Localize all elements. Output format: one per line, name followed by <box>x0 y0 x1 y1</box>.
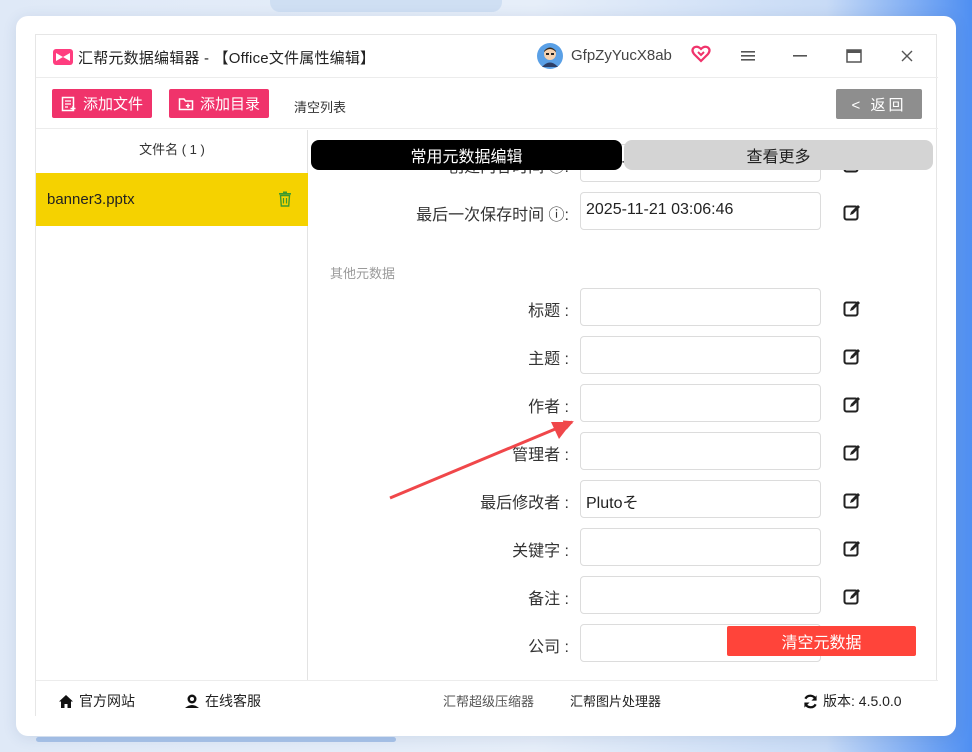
keywords-label: 关键字 : <box>512 543 569 560</box>
clear-list-button[interactable]: 清空列表 <box>294 97 346 116</box>
official-website-link[interactable]: 官方网站 <box>58 691 135 711</box>
last-saved-label: 最后一次保存时间 ⓘ: <box>416 207 569 224</box>
manager-label: 管理者 : <box>512 447 569 464</box>
heart-icon[interactable] <box>691 44 711 64</box>
title-field[interactable] <box>580 288 821 326</box>
edit-icon[interactable] <box>843 204 861 222</box>
manager-field[interactable] <box>580 432 821 470</box>
add-file-icon <box>61 96 76 111</box>
edit-icon[interactable] <box>843 588 861 606</box>
add-directory-button[interactable]: 添加目录 <box>169 89 270 118</box>
menu-icon[interactable] <box>736 45 760 67</box>
app-frame: 汇帮元数据编辑器 - 【Office文件属性编辑】 GfpZyYucX8ab 添… <box>35 34 938 717</box>
tab-view-more[interactable]: 查看更多 <box>624 140 933 170</box>
back-button[interactable]: < 返回 <box>836 89 922 119</box>
compressor-link[interactable]: 汇帮超级压缩器 <box>443 691 534 710</box>
last-modified-by-label: 最后修改者 : <box>480 495 569 512</box>
app-logo-icon <box>53 49 73 65</box>
refresh-icon[interactable] <box>803 694 818 709</box>
maximize-icon[interactable] <box>842 45 866 67</box>
subject-label: 主题 : <box>528 351 569 368</box>
edit-icon[interactable] <box>843 348 861 366</box>
version-label: 版本: 4.5.0.0 <box>823 693 902 709</box>
image-tool-link[interactable]: 汇帮图片处理器 <box>570 691 661 710</box>
user-avatar-icon[interactable] <box>537 43 563 69</box>
close-icon[interactable] <box>895 45 919 67</box>
title-label: 标题 : <box>528 303 569 320</box>
support-icon <box>185 694 199 708</box>
section-title-other-metadata: 其他元数据 <box>330 266 396 281</box>
online-support-label: 在线客服 <box>205 693 261 709</box>
file-list-header: 文件名 ( 1 ) <box>139 142 205 157</box>
subject-field[interactable] <box>580 336 821 374</box>
minimize-icon[interactable] <box>788 45 812 67</box>
home-icon <box>59 694 73 708</box>
tab-common-metadata[interactable]: 常用元数据编辑 <box>311 140 622 170</box>
background-bottom-strip <box>36 737 396 742</box>
app-window: 汇帮元数据编辑器 - 【Office文件属性编辑】 GfpZyYucX8ab 添… <box>16 16 956 736</box>
file-name: banner3.pptx <box>47 191 135 208</box>
toolbar: 添加文件 添加目录 清空列表 < 返回 <box>36 79 938 129</box>
trash-icon[interactable] <box>278 191 292 207</box>
author-label: 作者 : <box>528 399 569 416</box>
version-info: 版本: 4.5.0.0 <box>803 691 902 711</box>
keywords-field[interactable] <box>580 528 821 566</box>
edit-icon[interactable] <box>843 300 861 318</box>
window-title: 汇帮元数据编辑器 - 【Office文件属性编辑】 <box>78 50 376 67</box>
file-list-item[interactable]: banner3.pptx <box>36 173 308 226</box>
last-modified-by-field[interactable]: Plutoそ <box>580 480 821 518</box>
clear-metadata-button[interactable]: 清空元数据 <box>727 626 916 656</box>
file-list-panel: 文件名 ( 1 ) banner3.pptx <box>36 130 308 680</box>
username[interactable]: GfpZyYucX8ab <box>571 47 672 64</box>
author-field[interactable] <box>580 384 821 422</box>
background-top-tab <box>270 0 502 12</box>
add-file-label: 添加文件 <box>83 96 144 113</box>
tab-bar: 常用元数据编辑 查看更多 <box>311 140 933 170</box>
edit-icon[interactable] <box>843 492 861 510</box>
last-saved-field[interactable]: 2025-11-21 03:06:46 <box>580 192 821 230</box>
comments-label: 备注 : <box>528 591 569 608</box>
official-website-label: 官方网站 <box>79 693 135 709</box>
edit-icon[interactable] <box>843 396 861 414</box>
comments-field[interactable] <box>580 576 821 614</box>
add-file-button[interactable]: 添加文件 <box>52 89 153 118</box>
edit-icon[interactable] <box>843 444 861 462</box>
title-bar: 汇帮元数据编辑器 - 【Office文件属性编辑】 GfpZyYucX8ab <box>36 35 938 78</box>
add-folder-icon <box>178 97 194 110</box>
company-label: 公司 : <box>528 639 569 656</box>
online-support-link[interactable]: 在线客服 <box>184 691 261 711</box>
edit-icon[interactable] <box>843 540 861 558</box>
metadata-panel: 常用元数据编辑 查看更多 创建内容时间 ⓘ: 2025-08-09 12:44:… <box>309 130 938 680</box>
footer: 官方网站 在线客服 汇帮超级压缩器 汇帮图片处理器 版本: 4.5.0.0 <box>36 680 938 717</box>
add-directory-label: 添加目录 <box>200 96 261 113</box>
